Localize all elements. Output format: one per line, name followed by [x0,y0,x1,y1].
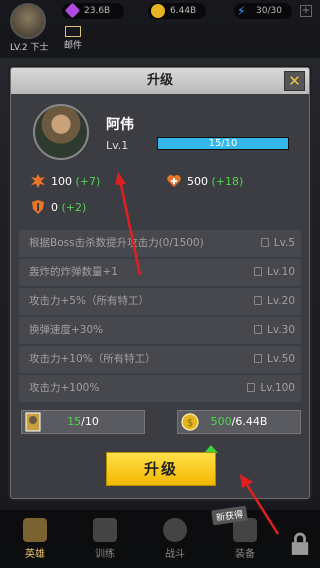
perk-row: 轰炸的炸弹数量+1 Lv.10 [19,259,301,286]
stat-armor: 0 (+2) [31,200,86,214]
lock-icon [247,383,256,392]
mail-icon [65,26,81,37]
nav-training[interactable]: 训练 [70,510,140,568]
perk-list: 根据Boss击杀数提升攻击力(0/1500) Lv.5 轰炸的炸弹数量+1 Lv.1… [19,230,301,404]
energy-counter[interactable]: ⚡ 30/30 [234,3,292,19]
player-avatar[interactable] [10,3,46,39]
perk-row: 根据Boss击杀数提升攻击力(0/1500) Lv.5 [19,230,301,257]
dialog-header: 升级 ✕ [11,68,309,94]
hero-level: Lv.1 [106,139,129,152]
battle-icon [163,518,187,542]
hero-icon [23,518,47,542]
gold-coin-icon [151,4,165,18]
nav-hero[interactable]: 英雄 [0,510,70,568]
upgrade-dialog: 升级 ✕ 阿伟 Lv.1 15/10 100 (+7) 500 (+18) 0 … [10,67,310,499]
nav-locked [280,510,320,568]
hero-portrait [33,104,89,160]
bottom-navigation: 英雄 训练 战斗 装备 [0,510,320,568]
upgrade-button[interactable]: 升级 [106,452,216,486]
perk-row: 换弹速度+30% Lv.30 [19,317,301,344]
lock-icon [254,267,263,276]
perk-row: 攻击力+10%（所有特工） Lv.50 [19,346,301,373]
lock-icon [254,325,263,334]
attack-icon [31,174,45,188]
training-icon [93,518,117,542]
xp-progress-text: 15/10 [208,138,238,149]
perk-row: 攻击力+100% Lv.100 [19,375,301,402]
lock-icon [254,354,263,363]
gem-counter[interactable]: 23.6B [62,2,124,19]
add-energy-icon[interactable]: + [300,5,312,17]
hero-name: 阿伟 [106,117,134,133]
xp-progress-bar: 15/10 [157,137,289,150]
health-icon [167,175,181,187]
stat-health: 500 (+18) [167,174,243,188]
nav-battle[interactable]: 战斗 [140,510,210,568]
perk-row: 攻击力+5%（所有特工） Lv.20 [19,288,301,315]
stat-attack: 100 (+7) [31,174,100,188]
dialog-title: 升级 [146,73,173,88]
player-level: LV.2 下士 [10,43,49,53]
top-bar: LV.2 下士 23.6B 6.44B ⚡ 30/30 + 邮件 [0,0,320,58]
lock-icon [260,238,269,247]
close-button[interactable]: ✕ [284,71,305,91]
gold-counter[interactable]: 6.44B [148,3,206,19]
card-cost: 15/10 [21,410,145,434]
lock-icon [254,296,263,305]
mail-button[interactable]: 邮件 [64,26,82,51]
energy-icon: ⚡ [237,4,246,18]
gem-icon [64,2,81,19]
gold-cost: $ 500/6.44B [177,410,301,434]
lock-icon [291,532,309,555]
armor-icon [32,200,44,214]
